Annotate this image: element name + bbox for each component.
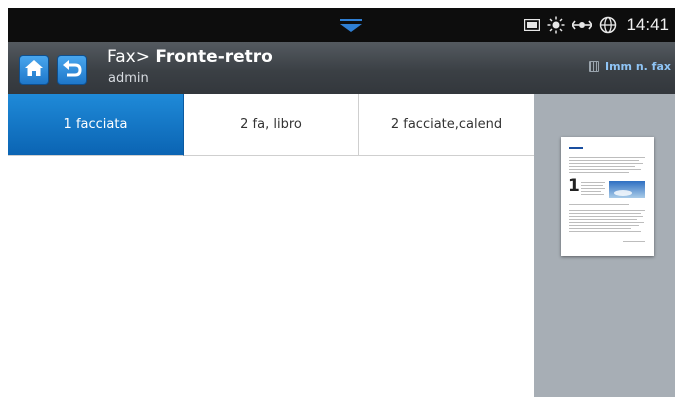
globe-icon [599,16,617,34]
preview-panel: 1 [534,94,675,397]
status-bar: 14:41 [8,8,675,42]
fax-image-button[interactable]: Imm n. fax [589,60,671,73]
tab-1-facciata[interactable]: 1 facciata [8,94,184,156]
preview-page-number: 1 [568,176,580,196]
header-bar: Fax> Fronte-retro admin Imm n. fax [8,42,675,94]
eco-sun-icon [547,16,565,34]
back-button[interactable] [57,55,87,85]
tab-2-fa-libro[interactable]: 2 fa, libro [184,94,359,156]
status-icons: 14:41 [524,8,669,42]
page-title: Fax> Fronte-retro [107,47,273,67]
tab-2-facciate-calend[interactable]: 2 facciate,calend [359,94,534,156]
user-name: admin [108,71,149,86]
document-preview: 1 [561,137,654,256]
content-area [8,156,534,397]
toner-icon [524,19,541,31]
title-strong: Fronte-retro [155,47,273,67]
clock: 14:41 [626,15,669,34]
fax-image-label: Imm n. fax [605,60,671,73]
home-button[interactable] [19,55,49,85]
duplex-options: 1 facciata 2 fa, libro 2 facciate,calend [8,94,534,156]
title-prefix: Fax> [107,47,150,67]
fax-image-icon [589,61,599,72]
notification-pull-icon[interactable] [340,19,362,32]
back-icon [62,59,82,81]
network-icon [572,18,593,32]
screen: 14:41 Fax> Fronte-retro admin Imm n. fax… [0,0,675,397]
home-icon [24,59,44,81]
main-content: 1 facciata 2 fa, libro 2 facciate,calend [8,94,534,397]
